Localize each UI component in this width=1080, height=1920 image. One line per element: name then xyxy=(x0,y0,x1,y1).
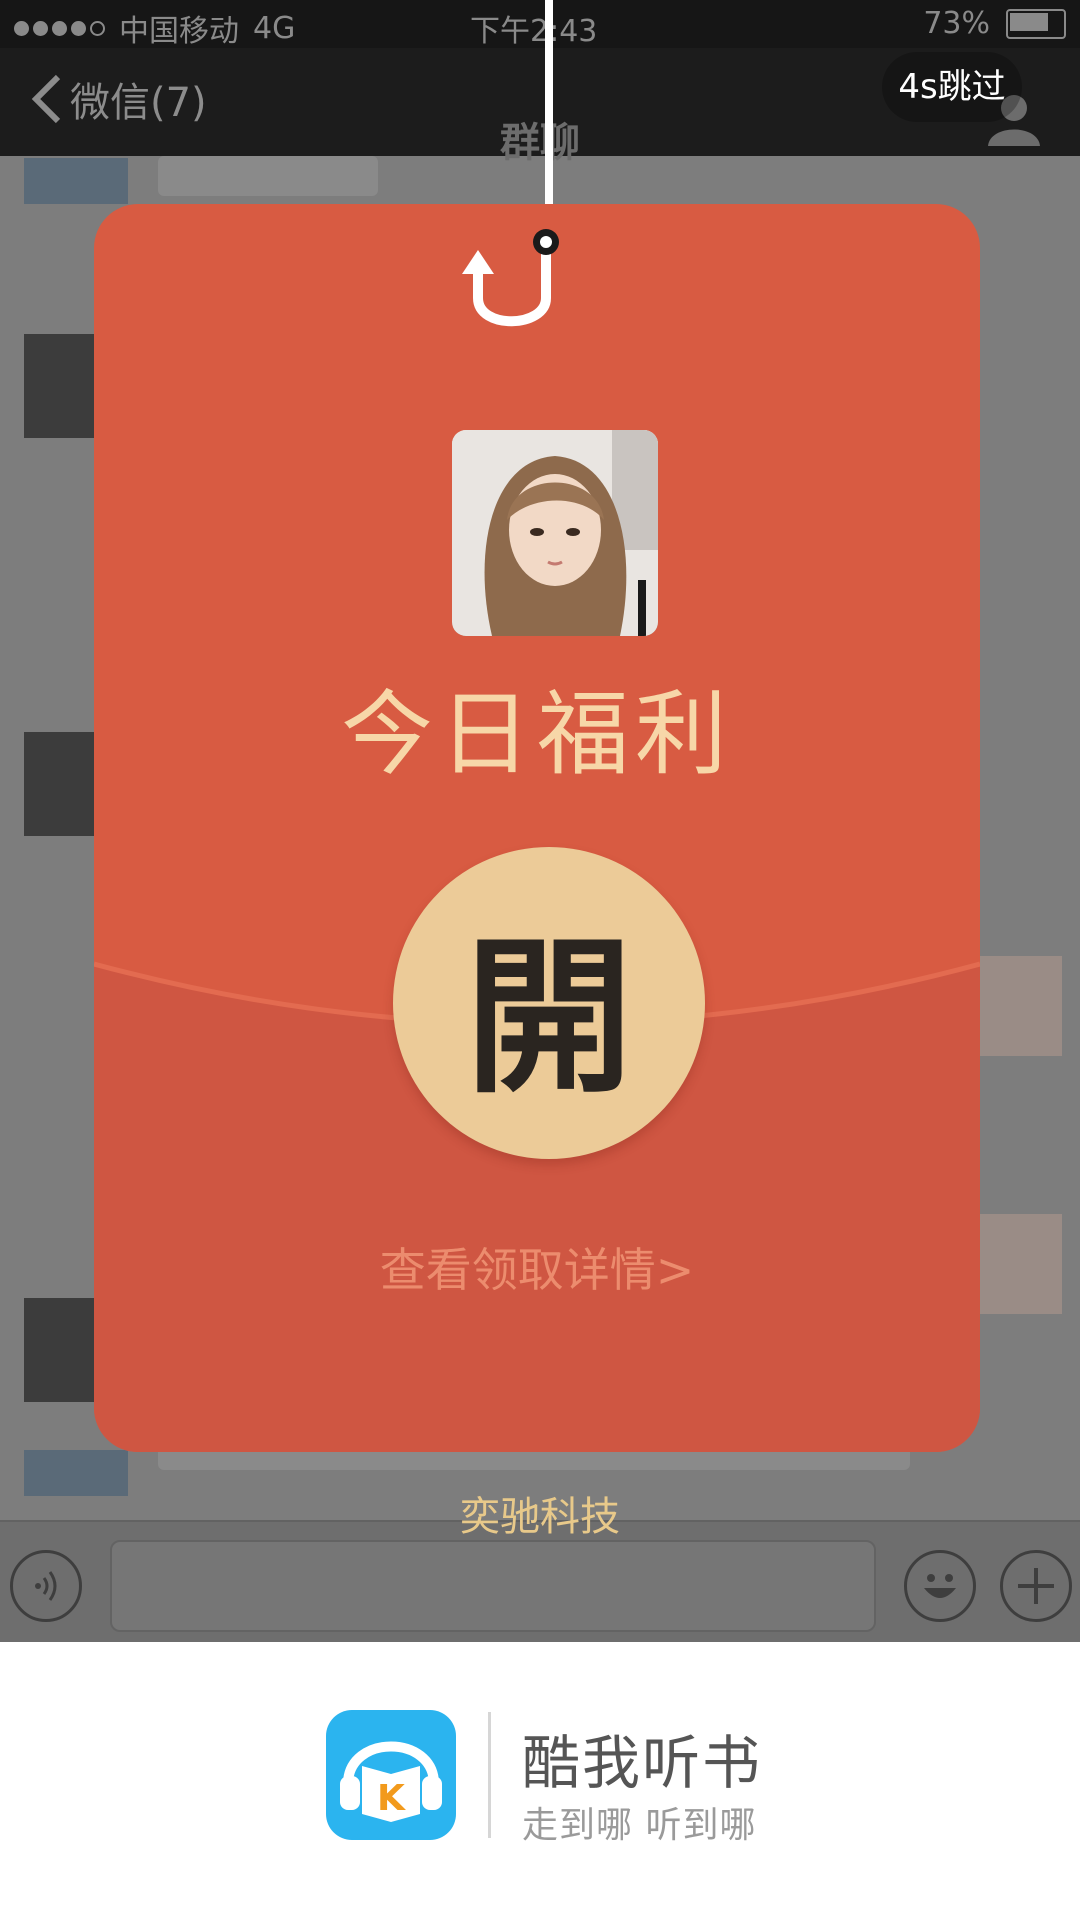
app-name: 酷我听书 xyxy=(522,1729,763,1797)
carrier-label: 中国移动 xyxy=(119,14,239,49)
open-button-label: 開 xyxy=(465,917,633,1116)
plus-icon xyxy=(1018,1568,1054,1604)
sender-photo xyxy=(452,430,658,636)
app-slogan: 走到哪 听到哪 xyxy=(522,1805,757,1846)
open-envelope-button[interactable]: 開 xyxy=(393,847,705,1159)
app-logo-icon: K xyxy=(326,1710,456,1840)
voice-button[interactable] xyxy=(10,1550,82,1622)
hook-icon xyxy=(462,229,559,327)
status-right: 73% xyxy=(923,6,1066,41)
red-envelope[interactable]: 今日福利 開 查看领取详情> xyxy=(94,204,980,1452)
emoji-button[interactable] xyxy=(904,1550,976,1622)
network-label: 4G xyxy=(253,10,296,46)
app-icon-letter: K xyxy=(377,1778,406,1819)
headphones-book-icon: K xyxy=(340,1741,442,1822)
brand-divider xyxy=(488,1712,491,1838)
envelope-title: 今日福利 xyxy=(340,681,733,788)
smiley-icon xyxy=(924,1574,956,1598)
splash-ad[interactable]: 中国移动 4G 下午2:43 73% 微信(7) 群聊 今日福利 開 查看领取详… xyxy=(0,0,1080,1642)
status-left: 中国移动 4G xyxy=(14,6,295,50)
view-details-link[interactable]: 查看领取详情> xyxy=(94,1234,980,1300)
message-input[interactable] xyxy=(110,1540,876,1632)
status-time: 下午2:43 xyxy=(470,14,598,49)
app-brand-bar: K 酷我听书 走到哪 听到哪 xyxy=(0,1642,1080,1920)
signal-strength-icon xyxy=(14,20,105,36)
status-bar: 中国移动 4G 下午2:43 73% xyxy=(0,0,1080,50)
advertiser-name: 奕驰科技 xyxy=(460,1494,620,1540)
more-button[interactable] xyxy=(1000,1550,1072,1622)
chat-bubble xyxy=(158,156,378,196)
skip-ad-button[interactable]: 4s跳过 xyxy=(882,52,1022,122)
hanging-thread xyxy=(545,0,553,205)
sender-avatar xyxy=(452,430,658,636)
voice-icon xyxy=(35,1571,57,1601)
chat-avatar xyxy=(972,1214,1062,1314)
chat-avatar xyxy=(24,158,128,204)
battery-percent: 73% xyxy=(923,6,990,41)
chat-avatar xyxy=(972,956,1062,1056)
battery-icon xyxy=(1006,8,1066,39)
